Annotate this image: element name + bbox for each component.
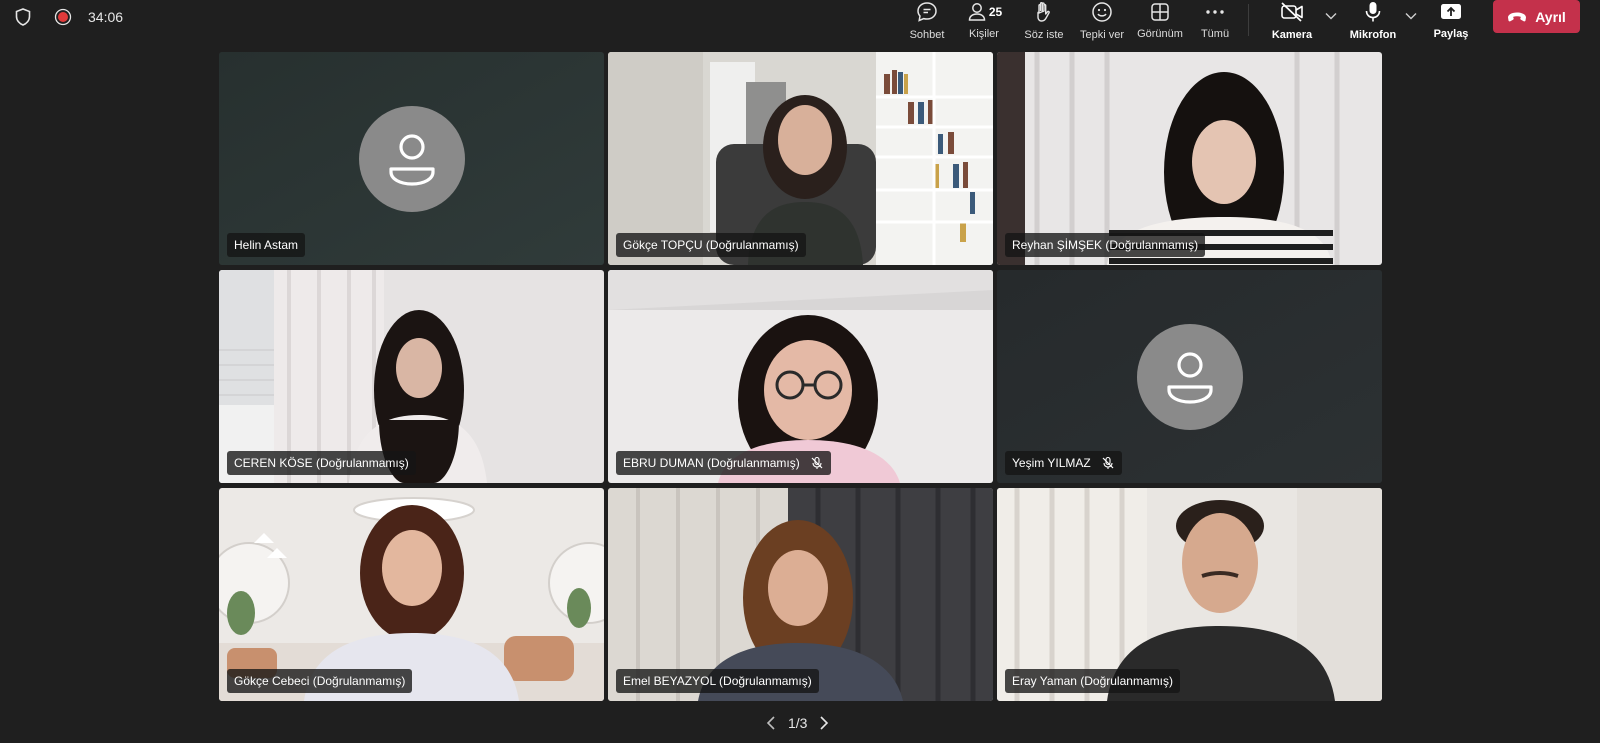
raise-hand-icon: [1033, 0, 1055, 24]
share-label: Paylaş: [1433, 28, 1469, 40]
camera-label: Kamera: [1271, 29, 1313, 41]
more-icon: [1204, 0, 1226, 23]
participant-name: Emel BEYAZYOL (Doğrulanmamış): [623, 674, 812, 688]
page-indicator: 1/3: [788, 715, 808, 731]
react-button[interactable]: Tepki ver: [1079, 0, 1125, 41]
people-count: 25: [988, 4, 1003, 19]
grid-view-icon: [1149, 0, 1171, 23]
participant-tile[interactable]: Emel BEYAZYOL (Doğrulanmamış): [608, 488, 993, 701]
participant-name: Reyhan ŞİMŞEK (Doğrulanmamış): [1012, 238, 1199, 252]
participant-name-tag: CEREN KÖSE (Doğrulanmamış): [227, 451, 416, 475]
camera-off-icon: [1279, 0, 1305, 24]
participant-tile[interactable]: CEREN KÖSE (Doğrulanmamış): [219, 270, 604, 483]
microphone-options-chevron-down-icon[interactable]: [1404, 9, 1418, 23]
participant-name: Yeşim YILMAZ: [1012, 456, 1091, 470]
leave-label: Ayrıl: [1535, 8, 1566, 25]
participant-name-tag: EBRU DUMAN (Doğrulanmamış): [616, 451, 831, 475]
camera-button[interactable]: Kamera: [1270, 0, 1314, 41]
smiley-icon: [1090, 0, 1114, 24]
view-button[interactable]: Görünüm: [1136, 0, 1184, 40]
participant-name: CEREN KÖSE (Doğrulanmamış): [234, 456, 409, 470]
people-icon: 25: [966, 0, 1002, 23]
people-button[interactable]: 25 Kişiler: [962, 0, 1006, 40]
shield-icon[interactable]: [14, 7, 32, 27]
camera-options-chevron-down-icon[interactable]: [1324, 9, 1338, 23]
participant-tile[interactable]: Yeşim YILMAZ: [997, 270, 1382, 483]
microphone-muted-icon: [1101, 456, 1115, 470]
participant-name-tag: Helin Astam: [227, 233, 306, 257]
leave-button[interactable]: Ayrıl: [1493, 0, 1580, 33]
participant-tile[interactable]: Reyhan ŞİMŞEK (Doğrulanmamış): [997, 52, 1382, 265]
participant-name-tag: Gökçe Cebeci (Doğrulanmamış): [227, 669, 413, 693]
participant-name: EBRU DUMAN (Doğrulanmamış): [623, 456, 800, 470]
microphone-label: Mikrofon: [1349, 29, 1397, 41]
more-label: Tümü: [1200, 28, 1230, 40]
raise-hand-label: Söz iste: [1024, 29, 1064, 41]
people-label: Kişiler: [969, 28, 999, 40]
participant-name: Eray Yaman (Doğrulanmamış): [1012, 674, 1173, 688]
participant-name: Helin Astam: [234, 238, 299, 252]
microphone-icon: [1362, 0, 1384, 24]
more-button[interactable]: Tümü: [1197, 0, 1233, 40]
gallery-pager: 1/3: [762, 712, 833, 734]
recording-icon: [54, 8, 72, 26]
participant-name-tag: Yeşim YILMAZ: [1005, 451, 1122, 475]
hang-up-icon: [1507, 11, 1527, 23]
microphone-muted-icon: [810, 456, 824, 470]
chat-bubble-icon: [915, 0, 939, 24]
next-page-chevron-right-icon[interactable]: [815, 714, 833, 732]
participant-name-tag: Reyhan ŞİMŞEK (Doğrulanmamış): [1005, 233, 1206, 257]
raise-hand-button[interactable]: Söz iste: [1022, 0, 1066, 41]
participant-tile[interactable]: Gökçe Cebeci (Doğrulanmamış): [219, 488, 604, 701]
chat-label: Sohbet: [909, 29, 945, 41]
person-icon: [389, 134, 435, 186]
participant-tile[interactable]: Helin Astam: [219, 52, 604, 265]
avatar: [359, 106, 465, 212]
participant-name-tag: Emel BEYAZYOL (Doğrulanmamış): [616, 669, 819, 693]
share-button[interactable]: Paylaş: [1431, 0, 1471, 40]
share-screen-icon: [1439, 0, 1463, 23]
participant-tile[interactable]: EBRU DUMAN (Doğrulanmamış): [608, 270, 993, 483]
participant-tile[interactable]: Gökçe TOPÇU (Doğrulanmamış): [608, 52, 993, 265]
react-label: Tepki ver: [1079, 29, 1125, 41]
participant-name-tag: Eray Yaman (Doğrulanmamış): [1005, 669, 1180, 693]
avatar: [1137, 324, 1243, 430]
microphone-button[interactable]: Mikrofon: [1348, 0, 1398, 41]
meeting-timer: 34:06: [88, 9, 124, 25]
meeting-status: 34:06: [14, 6, 123, 28]
view-label: Görünüm: [1137, 28, 1183, 40]
participant-tile[interactable]: Eray Yaman (Doğrulanmamış): [997, 488, 1382, 701]
person-icon: [1167, 352, 1213, 404]
meeting-toolbar: 34:06 Sohbet 25 Kişiler Söz iste Tepki v…: [0, 0, 1600, 46]
participant-name: Gökçe TOPÇU (Doğrulanmamış): [623, 238, 799, 252]
toolbar-divider: [1248, 4, 1249, 36]
previous-page-chevron-left-icon[interactable]: [762, 714, 780, 732]
participant-name: Gökçe Cebeci (Doğrulanmamış): [234, 674, 406, 688]
participant-name-tag: Gökçe TOPÇU (Doğrulanmamış): [616, 233, 806, 257]
chat-button[interactable]: Sohbet: [907, 0, 947, 41]
